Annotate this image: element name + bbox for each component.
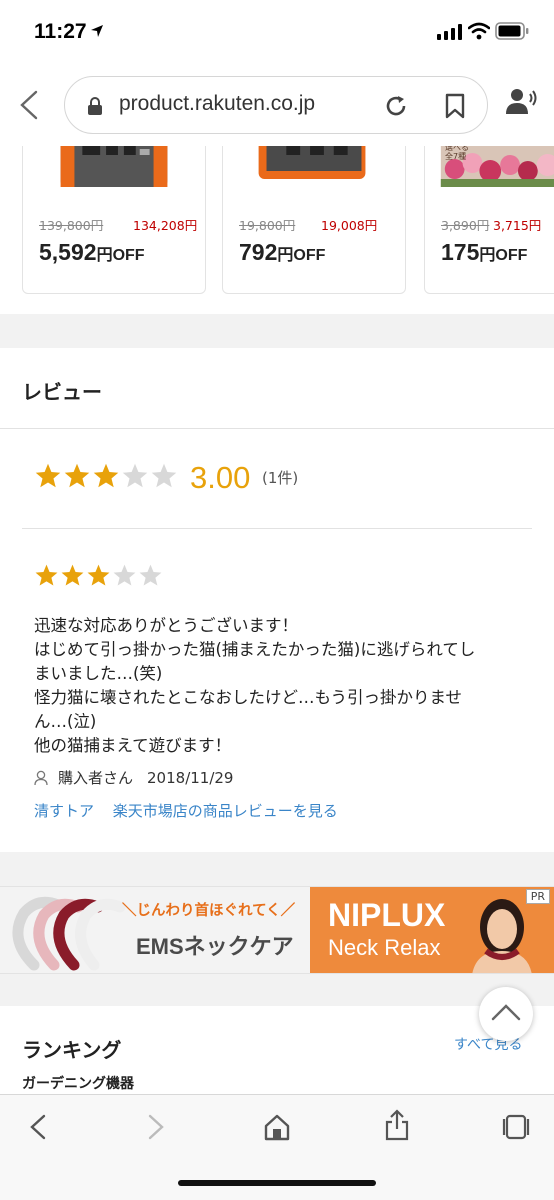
product-image	[258, 146, 366, 179]
review-line: はじめて引っ掛かった猫(捕まえたかった猫)に逃げられてし	[34, 640, 476, 659]
review-links: 清すトア 楽天市場店の商品レビューを見る	[34, 800, 352, 821]
back-chevron-icon[interactable]	[18, 90, 40, 120]
signal-icon	[437, 24, 462, 40]
forward-chevron-icon[interactable]	[146, 1113, 166, 1141]
star-filled-icon	[93, 463, 119, 488]
star-empty-icon	[151, 463, 177, 488]
reviewer-name: 購入者さん	[58, 769, 134, 787]
star-filled-icon	[35, 564, 58, 586]
shop-link[interactable]: 清すトア	[34, 802, 94, 820]
page: 11:27 product.rakuten.co.jp 139,800円 134…	[0, 0, 554, 1200]
star-filled-icon	[35, 463, 61, 488]
sale-price: 3,715円	[493, 218, 542, 233]
divider	[0, 428, 554, 429]
review-line: 迅速な対応ありがとうございます！	[34, 616, 298, 635]
product-card[interactable]: 選べる全7種 3,890円 3,715円 175円OFF	[424, 146, 554, 294]
location-arrow-icon	[91, 25, 103, 37]
bookmark-icon[interactable]	[445, 93, 465, 119]
neck-device-image	[12, 896, 126, 971]
star-filled-icon	[87, 564, 110, 586]
home-icon[interactable]	[264, 1113, 290, 1141]
scroll-to-top-button[interactable]	[479, 987, 533, 1041]
old-price: 3,890円	[441, 218, 490, 233]
section-separator	[0, 314, 554, 348]
ad-subtitle: Neck Relax	[328, 935, 441, 960]
ranking-category: ガーデニング機器	[22, 1076, 134, 1092]
divider	[22, 528, 532, 529]
star-empty-icon	[122, 463, 148, 488]
wifi-icon	[468, 22, 490, 40]
shop-reviews-link[interactable]: 楽天市場店の商品レビューを見る	[113, 802, 338, 820]
product-image	[60, 146, 168, 187]
address-bar[interactable]: product.rakuten.co.jp	[64, 76, 488, 134]
review-star-rating	[34, 563, 164, 588]
battery-icon	[495, 22, 529, 40]
reviews-title: レビュー	[22, 380, 102, 404]
status-time: 11:27	[34, 20, 87, 43]
sale-price: 134,208円	[133, 218, 198, 233]
old-price: 19,800円	[239, 218, 296, 233]
review-count: (1件)	[262, 469, 299, 487]
average-star-rating	[34, 462, 179, 490]
reviewer-info: 購入者さん 2018/11/29	[34, 767, 233, 788]
product-carousel: 139,800円 134,208円 5,592円OFF 19,800円 19,0…	[0, 146, 554, 314]
review-line: 他の猫捕まえて遊びます！	[34, 736, 232, 755]
sale-price: 19,008円	[321, 218, 378, 233]
review-line: 怪力猫に壊されたとこなおしたけど…もう引っ掛かりませ	[34, 688, 463, 707]
review-body: 迅速な対応ありがとうございます！ はじめて引っ掛かった猫(捕まえたかった猫)に逃…	[34, 614, 534, 758]
ranking-title: ランキング	[22, 1038, 122, 1062]
status-bar: 11:27	[0, 0, 554, 64]
product-card[interactable]: 139,800円 134,208円 5,592円OFF	[22, 146, 206, 294]
share-icon[interactable]	[384, 1109, 410, 1141]
old-price: 139,800円	[39, 218, 104, 233]
back-chevron-icon[interactable]	[28, 1113, 48, 1141]
review-date: 2018/11/29	[147, 768, 234, 787]
star-empty-icon	[139, 564, 162, 586]
product-image-label: 選べる全7種	[445, 146, 469, 161]
listen-person-icon[interactable]	[506, 88, 538, 116]
user-icon	[34, 770, 48, 785]
ad-banner[interactable]: ＼じんわり首ほぐれてく／ EMSネックケア NIPLUX Neck Relax …	[0, 886, 554, 974]
section-separator	[0, 974, 554, 1006]
star-filled-icon	[64, 463, 90, 488]
url-text[interactable]: product.rakuten.co.jp	[119, 92, 315, 116]
reload-icon[interactable]	[383, 93, 409, 119]
discount-amount: 5,592円OFF	[39, 239, 145, 265]
discount-amount: 175円OFF	[441, 239, 528, 265]
lock-icon	[88, 97, 102, 115]
star-empty-icon	[113, 564, 136, 586]
chevron-up-icon	[491, 1004, 521, 1021]
average-rating: 3.00	[190, 460, 251, 495]
tabs-icon[interactable]	[502, 1113, 530, 1141]
ad-product-name: EMSネックケア	[136, 934, 294, 959]
ad-pr-badge: PR	[525, 889, 550, 904]
discount-amount: 792円OFF	[239, 239, 326, 265]
product-card[interactable]: 19,800円 19,008円 792円OFF	[222, 146, 406, 294]
star-filled-icon	[61, 564, 84, 586]
section-separator	[0, 852, 554, 886]
review-line: まいました…(笑)	[34, 664, 163, 683]
ad-tagline: ＼じんわり首ほぐれてく／	[122, 903, 296, 919]
ad-brand: NIPLUX	[328, 897, 446, 933]
browser-address-row: product.rakuten.co.jp	[0, 64, 554, 146]
home-indicator	[178, 1180, 376, 1186]
review-line: ん…(泣)	[34, 712, 97, 731]
